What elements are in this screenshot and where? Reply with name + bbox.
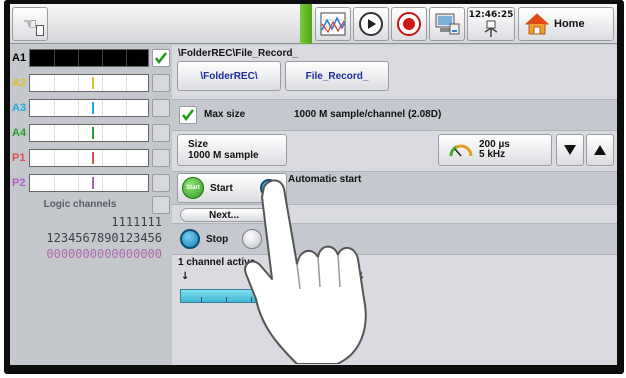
menu-button[interactable]: ☜	[12, 7, 48, 41]
size-value: 1000 M sample	[188, 150, 259, 161]
logic-bit-values: 0000000000000000	[46, 247, 162, 261]
channel-row[interactable]: P2	[11, 173, 171, 193]
top-toolbar: ☜ 12:46:25 Home	[10, 4, 617, 44]
start-label: Start	[210, 182, 233, 194]
channel-row[interactable]: A2	[11, 73, 171, 93]
logic-index-units: 1234567890123456	[46, 231, 162, 245]
play-button[interactable]	[353, 7, 389, 41]
device-frame: ☜ 12:46:25 Home A1 A2 A3 A4 P1 P2 Logic …	[4, 0, 624, 374]
max-size-checkbox[interactable]	[179, 106, 197, 124]
home-label: Home	[554, 18, 585, 30]
triangle-down-icon	[564, 145, 576, 155]
max-size-value: 1000 M sample/channel (2.08D)	[294, 109, 442, 120]
channel-trace-preview	[29, 49, 149, 67]
channel-checkbox[interactable]	[152, 149, 170, 167]
decrease-button[interactable]	[556, 134, 584, 166]
clock-time: 12:46:25	[468, 10, 514, 20]
start-icon: Start	[182, 177, 204, 199]
toolbar-green-separator	[300, 4, 312, 44]
chart-view-button[interactable]	[315, 7, 351, 41]
channel-checkbox[interactable]	[152, 49, 170, 67]
channel-name: P1	[12, 152, 26, 164]
chart-icon	[320, 12, 346, 36]
start-marker: ↓	[181, 271, 190, 282]
channel-row[interactable]: A1	[11, 48, 171, 68]
folder-button[interactable]: \FolderREC\	[177, 61, 281, 91]
channel-checkbox[interactable]	[152, 74, 170, 92]
channel-row[interactable]: A3	[11, 98, 171, 118]
channel-trace-preview	[29, 124, 149, 142]
usb-plug-icon	[484, 20, 498, 37]
size-button[interactable]: Size 1000 M sample	[177, 134, 287, 166]
logic-channels-title: Logic channels	[43, 199, 117, 210]
record-path: \FolderREC\File_Record_	[178, 48, 299, 59]
stop-row	[172, 223, 617, 255]
channel-panel: A1 A2 A3 A4 P1 P2 Logic channels 1111111 1234…	[10, 45, 172, 365]
play-icon	[359, 12, 383, 36]
file-name-button[interactable]: File_Record_	[285, 61, 389, 91]
max-size-label: Max size	[204, 109, 246, 120]
home-button[interactable]: Home	[518, 7, 614, 41]
size-label: Size	[188, 139, 209, 150]
channel-checkbox[interactable]	[152, 174, 170, 192]
computer-save-icon	[435, 13, 460, 35]
frequency-value: 5 kHz	[479, 149, 506, 160]
channel-trace-preview	[29, 99, 149, 117]
channel-trace-preview	[29, 149, 149, 167]
record-button[interactable]	[391, 7, 427, 41]
channel-name: A2	[12, 77, 27, 89]
clock-button[interactable]: 12:46:25	[467, 7, 515, 41]
sampling-period-button[interactable]: 200 µs 5 kHz	[438, 134, 552, 166]
channel-row[interactable]: A4	[11, 123, 171, 143]
channel-checkbox[interactable]	[152, 124, 170, 142]
channel-checkbox[interactable]	[152, 99, 170, 117]
home-icon	[525, 13, 549, 35]
triangle-up-icon	[594, 145, 606, 155]
checkmark-icon	[182, 109, 194, 122]
screen: ☜ 12:46:25 Home A1 A2 A3 A4 P1 P2 Logic …	[10, 4, 617, 365]
channel-name: P2	[12, 177, 26, 189]
channel-row[interactable]: P1	[11, 148, 171, 168]
channel-name: A1	[12, 52, 27, 64]
save-to-disk-button[interactable]	[429, 7, 465, 41]
record-icon	[397, 12, 421, 36]
stop-radio[interactable]	[180, 229, 200, 249]
logic-index-tens: 1111111	[111, 215, 162, 229]
logic-channels-checkbox[interactable]	[152, 196, 170, 214]
checkmark-icon	[155, 52, 167, 65]
document-icon	[36, 25, 44, 36]
increase-button[interactable]	[586, 134, 614, 166]
pointing-hand-overlay	[244, 179, 367, 364]
record-settings-panel: \FolderREC\File_Record_ \FolderREC\ File…	[172, 45, 617, 365]
gauge-icon	[449, 144, 473, 157]
channel-trace-preview	[29, 74, 149, 92]
channel-trace-preview	[29, 174, 149, 192]
channel-name: A4	[12, 127, 27, 139]
channel-name: A3	[12, 102, 27, 114]
stop-label: Stop	[206, 234, 229, 245]
